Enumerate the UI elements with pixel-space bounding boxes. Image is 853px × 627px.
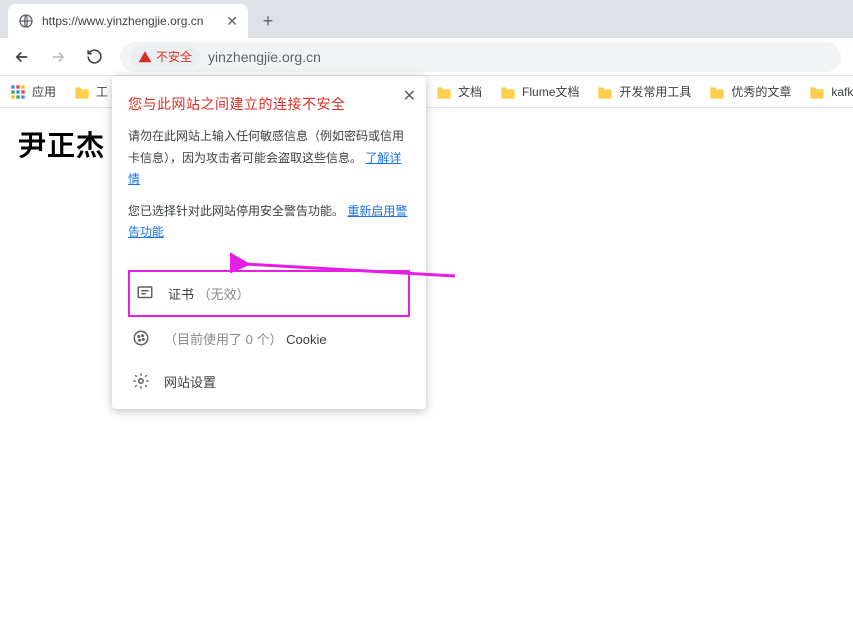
popover-warning-text: 请勿在此网站上输入任何敏感信息（例如密码或信用卡信息），因为攻击者可能会盗取这些… — [128, 126, 410, 191]
folder-icon — [436, 85, 452, 99]
apps-label: 应用 — [32, 83, 56, 100]
arrow-left-icon — [13, 48, 31, 66]
folder-icon — [74, 85, 90, 99]
gear-icon — [132, 372, 150, 390]
bookmark-label: 开发常用工具 — [619, 83, 691, 100]
certificate-label: 证书 （无效） — [168, 284, 250, 303]
popover-reenable-text: 您已选择针对此网站停用安全警告功能。 重新启用警告功能 — [128, 201, 410, 244]
certificate-row[interactable]: 证书 （无效） — [132, 272, 406, 315]
popover-title: 您与此网站之间建立的连接不安全 — [128, 94, 410, 114]
tab-title: https://www.yinzhengjie.org.cn — [42, 14, 218, 28]
security-label: 不安全 — [156, 48, 192, 65]
browser-tab[interactable]: https://www.yinzhengjie.org.cn ✕ — [8, 4, 248, 38]
bookmark-item[interactable]: 优秀的文章 — [709, 83, 791, 100]
popover-para1: 请勿在此网站上输入任何敏感信息（例如密码或信用卡信息），因为攻击者可能会盗取这些… — [128, 129, 404, 165]
folder-icon — [709, 85, 725, 99]
apps-shortcut[interactable]: 应用 — [10, 83, 56, 100]
bookmark-item[interactable]: 开发常用工具 — [597, 83, 691, 100]
reload-icon — [86, 48, 103, 65]
new-tab-button[interactable]: + — [254, 7, 282, 35]
bookmark-label: Flume文档 — [522, 83, 579, 100]
cookie-icon — [132, 329, 150, 347]
security-chip[interactable]: 不安全 — [130, 46, 200, 67]
bookmark-item[interactable]: kafka — [809, 85, 853, 99]
site-settings-label: 网站设置 — [164, 372, 216, 391]
back-button[interactable] — [6, 41, 38, 73]
apps-grid-icon — [10, 84, 26, 100]
folder-icon — [809, 85, 825, 99]
bookmark-label: 工 — [96, 83, 108, 100]
site-info-popover: ✕ 您与此网站之间建立的连接不安全 请勿在此网站上输入任何敏感信息（例如密码或信… — [112, 76, 426, 409]
bookmark-label: kafka — [831, 85, 853, 99]
warning-triangle-icon — [138, 50, 152, 64]
url-text: yinzhengjie.org.cn — [208, 49, 321, 65]
tab-strip: https://www.yinzhengjie.org.cn ✕ + — [0, 0, 853, 38]
cookies-label: （目前使用了 0 个） Cookie — [164, 329, 327, 348]
forward-button[interactable] — [42, 41, 74, 73]
certificate-highlight-box: 证书 （无效） — [128, 270, 410, 317]
popover-para2: 您已选择针对此网站停用安全警告功能。 — [128, 204, 344, 218]
close-icon[interactable]: ✕ — [226, 13, 238, 30]
certificate-icon — [136, 284, 154, 302]
bookmark-item[interactable]: Flume文档 — [500, 83, 579, 100]
bookmark-item[interactable]: 文档 — [436, 83, 482, 100]
reload-button[interactable] — [78, 41, 110, 73]
popover-options: 证书 （无效） （目前使用了 0 个） Cookie 网站设置 — [128, 270, 410, 403]
cookies-row[interactable]: （目前使用了 0 个） Cookie — [128, 317, 410, 360]
toolbar: 不安全 yinzhengjie.org.cn — [0, 38, 853, 76]
globe-icon — [18, 13, 34, 29]
close-icon[interactable]: ✕ — [403, 86, 416, 106]
site-settings-row[interactable]: 网站设置 — [128, 360, 410, 403]
arrow-right-icon — [49, 48, 67, 66]
folder-icon — [597, 85, 613, 99]
folder-icon — [500, 85, 516, 99]
bookmark-item[interactable]: 工 — [74, 83, 108, 100]
bookmark-label: 文档 — [458, 83, 482, 100]
bookmark-label: 优秀的文章 — [731, 83, 791, 100]
address-bar[interactable]: 不安全 yinzhengjie.org.cn — [120, 42, 841, 72]
